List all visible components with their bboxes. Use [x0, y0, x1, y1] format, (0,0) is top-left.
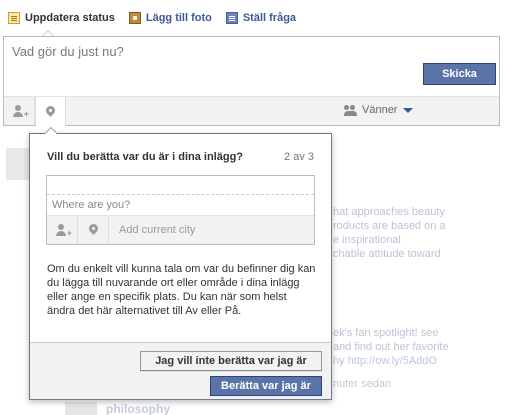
feed-text-prefix: hy — [333, 355, 348, 367]
status-icon — [8, 12, 20, 24]
location-toolbar: + — [47, 215, 314, 244]
tab-ask-question-label: Ställ fråga — [242, 12, 297, 24]
add-location-button[interactable] — [35, 97, 66, 126]
feed-text: hy http://ow.ly/5AddO — [333, 355, 437, 367]
friends-icon — [344, 104, 358, 116]
location-pin-button[interactable] — [78, 216, 109, 244]
feed-timestamp: nuter sedan — [333, 378, 392, 390]
where-are-you-input[interactable] — [47, 194, 314, 215]
dialog-pointer — [44, 127, 58, 134]
tag-people-button[interactable]: + — [47, 216, 78, 244]
share-location-button[interactable]: Berätta var jag är — [210, 376, 322, 396]
feed-author[interactable]: philosophy — [106, 402, 170, 415]
tag-people-button[interactable]: + — [4, 97, 35, 125]
question-icon — [225, 12, 238, 24]
feed-text: and find out her favorite — [333, 341, 449, 353]
feed-text: roducts are based on a — [333, 220, 446, 232]
share-button[interactable]: Skicka — [423, 63, 496, 85]
feed-link[interactable]: http://ow.ly/5AddO — [348, 355, 437, 367]
current-city-input[interactable] — [109, 216, 314, 244]
location-prompt-dialog: Vill du berätta var du är i dina inlägg?… — [29, 127, 332, 400]
decline-location-button[interactable]: Jag vill inte berätta var jag är — [140, 351, 322, 371]
feed-text: e inspirational — [333, 234, 401, 246]
feed-text: ek's fan spotlight! see — [333, 327, 439, 339]
dialog-title: Vill du berätta var du är i dina inlägg? — [47, 151, 244, 163]
tab-add-photo-label: Lägg till foto — [145, 12, 212, 24]
avatar — [65, 402, 97, 415]
location-preview: + — [46, 175, 315, 245]
chevron-down-icon — [403, 107, 414, 113]
photo-icon — [128, 12, 141, 24]
dialog-step-counter: 2 av 3 — [284, 151, 314, 163]
dialog-footer: Jag vill inte berätta var jag är Berätta… — [30, 342, 331, 399]
feed-text: hat approaches beauty — [333, 206, 445, 218]
location-pin-icon — [89, 224, 98, 236]
audience-label: Vänner — [362, 104, 398, 116]
audience-selector[interactable]: Vänner — [344, 104, 414, 116]
tab-update-status[interactable]: Uppdatera status — [8, 12, 115, 24]
location-pin-icon — [46, 106, 55, 118]
add-person-icon: + — [13, 105, 29, 119]
tab-update-status-label: Uppdatera status — [25, 12, 115, 24]
dialog-description: Om du enkelt vill kunna tala om var du b… — [47, 263, 316, 317]
composer-toolbar: + Vänner — [4, 96, 499, 126]
add-person-icon: + — [56, 224, 72, 238]
tab-add-photo[interactable]: Lägg till foto — [128, 12, 212, 24]
feed-text: chable attitude toward — [333, 248, 441, 260]
tab-ask-question[interactable]: Ställ fråga — [225, 12, 297, 24]
